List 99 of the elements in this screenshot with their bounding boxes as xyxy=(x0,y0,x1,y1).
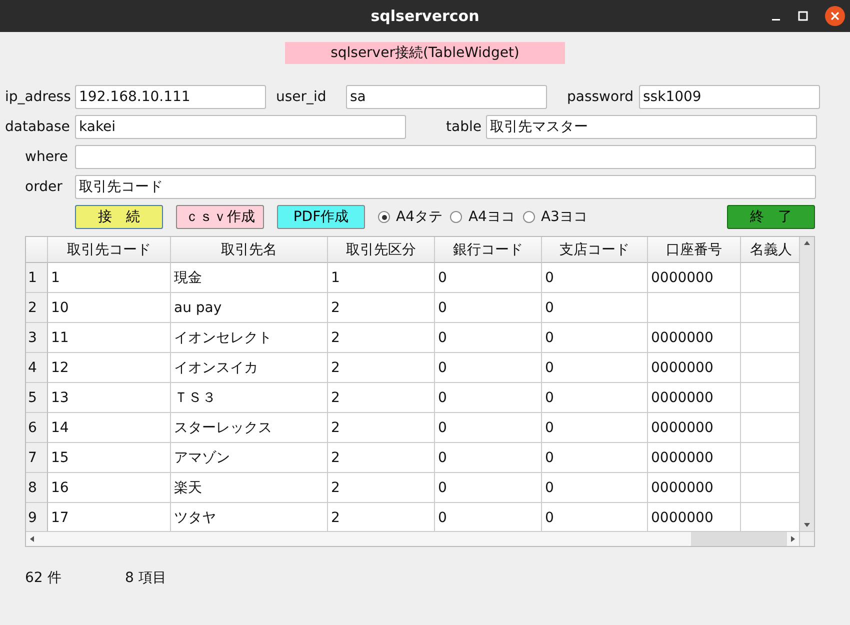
table-cell: 0 xyxy=(542,263,648,293)
table-cell: 13 xyxy=(48,383,171,413)
table-cell: 0 xyxy=(435,413,542,443)
table-cell: 2 xyxy=(328,443,435,473)
input-field[interactable]: kakei xyxy=(75,115,406,139)
field-label: where xyxy=(24,149,69,165)
column-count: 8 項目 xyxy=(125,569,166,587)
column-header[interactable]: 取引先コード xyxy=(48,237,171,263)
table-cell: 2 xyxy=(328,413,435,443)
table-cell: 0 xyxy=(542,323,648,353)
table-cell: 15 xyxy=(48,443,171,473)
column-header[interactable]: 取引先名 xyxy=(171,237,328,263)
table-cell: 0 xyxy=(435,323,542,353)
field-label: database xyxy=(4,119,71,135)
radio-button[interactable] xyxy=(522,211,535,223)
table-cell: ＴＳ３ xyxy=(171,383,328,413)
table-cell: 0 xyxy=(435,353,542,383)
column-header[interactable]: 銀行コード xyxy=(435,237,542,263)
heading-label: sqlserver接続(TableWidget) xyxy=(285,42,565,64)
row-number: 4 xyxy=(26,353,48,383)
input-field[interactable]: 取引先コード xyxy=(75,175,816,199)
column-header[interactable]: 口座番号 xyxy=(648,237,741,263)
scroll-left-icon[interactable] xyxy=(30,536,34,542)
field-label: password xyxy=(566,89,634,105)
column-header[interactable]: 名義人 xyxy=(741,237,799,263)
field-label: order xyxy=(24,179,64,195)
input-field[interactable] xyxy=(75,145,816,169)
close-icon[interactable] xyxy=(825,6,845,26)
radio-button[interactable] xyxy=(378,211,390,223)
record-count: 62 件 xyxy=(25,569,62,587)
vertical-scrollbar[interactable] xyxy=(799,237,814,531)
action-button[interactable]: ｃｓｖ作成 xyxy=(176,205,264,229)
radio-button[interactable] xyxy=(450,211,462,223)
table-cell: 0000000 xyxy=(648,353,741,383)
table-cell: 0000000 xyxy=(648,383,741,413)
row-number: 7 xyxy=(26,443,48,473)
table-cell: 0 xyxy=(542,353,648,383)
table-cell: アマゾン xyxy=(171,443,328,473)
table-cell: イオンスイカ xyxy=(171,353,328,383)
table-cell: 0000000 xyxy=(648,443,741,473)
window-title: sqlservercon xyxy=(370,7,480,25)
table-cell: 現金 xyxy=(171,263,328,293)
table-cell: au pay xyxy=(171,293,328,323)
table-cell: 2 xyxy=(328,383,435,413)
scroll-right-icon[interactable] xyxy=(791,536,795,542)
table-cell: 0000000 xyxy=(648,473,741,503)
maximize-icon[interactable] xyxy=(798,11,808,21)
column-header[interactable]: 取引先区分 xyxy=(328,237,435,263)
column-header[interactable]: 支店コード xyxy=(542,237,648,263)
input-field[interactable]: 192.168.10.111 xyxy=(75,85,266,109)
table-cell: 楽天 xyxy=(171,473,328,503)
action-button[interactable]: 接 続 xyxy=(75,205,163,229)
table-cell: 0 xyxy=(435,473,542,503)
table-cell: 0 xyxy=(435,383,542,413)
table-cell: 0 xyxy=(542,473,648,503)
field-label: table xyxy=(445,119,482,135)
action-button[interactable]: PDF作成 xyxy=(277,205,365,229)
table-cell: 1 xyxy=(328,263,435,293)
row-number: 9 xyxy=(26,503,48,531)
table-cell: 2 xyxy=(328,323,435,353)
radio-label[interactable]: A4タテ xyxy=(396,208,442,226)
row-number: 6 xyxy=(26,413,48,443)
table-cell: 0 xyxy=(542,413,648,443)
horizontal-scrollbar[interactable] xyxy=(26,532,799,546)
table-cell: 2 xyxy=(328,293,435,323)
table-cell: 14 xyxy=(48,413,171,443)
table-cell: 1 xyxy=(48,263,171,293)
row-number: 3 xyxy=(26,323,48,353)
input-field[interactable]: sa xyxy=(346,85,547,109)
table-cell: 2 xyxy=(328,353,435,383)
input-field[interactable]: ssk1009 xyxy=(639,85,820,109)
table-cell: 11 xyxy=(48,323,171,353)
row-number: 1 xyxy=(26,263,48,293)
table-cell: 0000000 xyxy=(648,413,741,443)
input-field[interactable]: 取引先マスター xyxy=(486,115,817,139)
table-cell: 2 xyxy=(328,473,435,503)
table-cell: 0 xyxy=(542,383,648,413)
scroll-down-icon[interactable] xyxy=(804,523,810,527)
table-cell: 0000000 xyxy=(648,263,741,293)
row-number: 5 xyxy=(26,383,48,413)
radio-label[interactable]: A4ヨコ xyxy=(468,208,515,226)
table-cell: 0 xyxy=(542,443,648,473)
radio-label[interactable]: A3ヨコ xyxy=(540,208,588,226)
table-cell: スターレックス xyxy=(171,413,328,443)
row-number: 8 xyxy=(26,473,48,503)
table-cell: 12 xyxy=(48,353,171,383)
field-label: user_id xyxy=(275,89,328,105)
field-label: ip_adress xyxy=(4,89,72,105)
table-cell: 0 xyxy=(435,443,542,473)
table-cell: 10 xyxy=(48,293,171,323)
scroll-up-icon[interactable] xyxy=(804,241,810,245)
table-cell: 0 xyxy=(435,263,542,293)
table-cell: 0000000 xyxy=(648,323,741,353)
close-button[interactable]: 終 了 xyxy=(727,205,815,229)
table-cell: イオンセレクト xyxy=(171,323,328,353)
table-cell: 16 xyxy=(48,473,171,503)
table-cell: 0 xyxy=(435,293,542,323)
table-cell: 0 xyxy=(542,293,648,323)
row-number: 2 xyxy=(26,293,48,323)
